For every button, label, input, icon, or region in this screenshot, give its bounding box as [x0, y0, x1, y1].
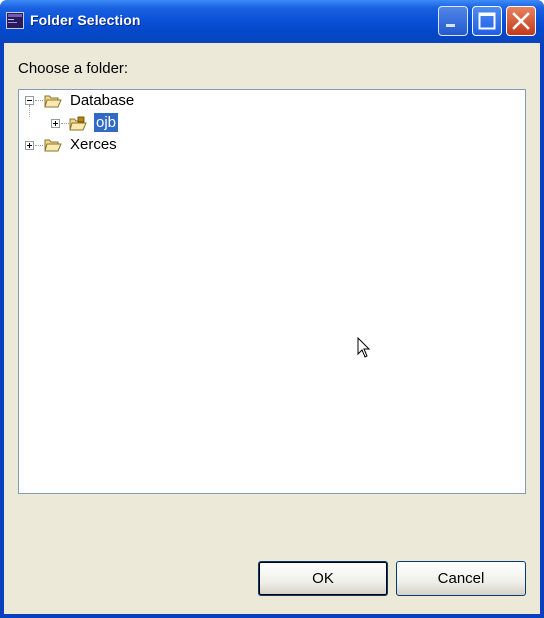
tree-node-label: Xerces [70, 136, 117, 153]
maximize-button[interactable] [472, 6, 502, 36]
tree-connector [35, 100, 43, 101]
cancel-button[interactable]: Cancel [396, 561, 526, 596]
ok-button[interactable]: OK [258, 561, 388, 596]
mouse-cursor-icon [357, 337, 371, 358]
tree-connector [29, 105, 30, 117]
tree-node-label-selected: ojb [94, 113, 119, 132]
title-bar[interactable]: Folder Selection [0, 0, 544, 43]
choose-folder-label: Choose a folder: [18, 60, 129, 77]
project-folder-icon [69, 116, 87, 131]
close-button[interactable] [506, 6, 536, 36]
maximize-icon [478, 12, 496, 30]
folder-selection-window: Folder Selection Choose a folder: Databa… [0, 0, 544, 618]
collapse-icon[interactable] [25, 96, 34, 105]
open-folder-icon [44, 95, 62, 108]
tree-node-database[interactable]: Database [19, 91, 219, 111]
minimize-button[interactable] [438, 6, 468, 36]
close-icon [512, 12, 530, 30]
minimize-icon [446, 24, 455, 27]
window-title: Folder Selection [30, 12, 141, 28]
expand-icon[interactable] [51, 119, 60, 128]
tree-connector [35, 145, 43, 146]
app-icon [6, 12, 24, 29]
open-folder-icon [44, 139, 62, 152]
tree-node-label: Database [70, 92, 135, 109]
expand-icon[interactable] [25, 141, 34, 150]
folder-tree[interactable]: Database ojb Xerces [18, 89, 526, 494]
tree-node-ojb[interactable]: ojb [19, 105, 219, 133]
tree-node-xerces[interactable]: Xerces [19, 135, 219, 155]
tree-connector [61, 123, 69, 124]
dialog-body: Choose a folder: Database ojb Xerces OK … [4, 43, 540, 614]
